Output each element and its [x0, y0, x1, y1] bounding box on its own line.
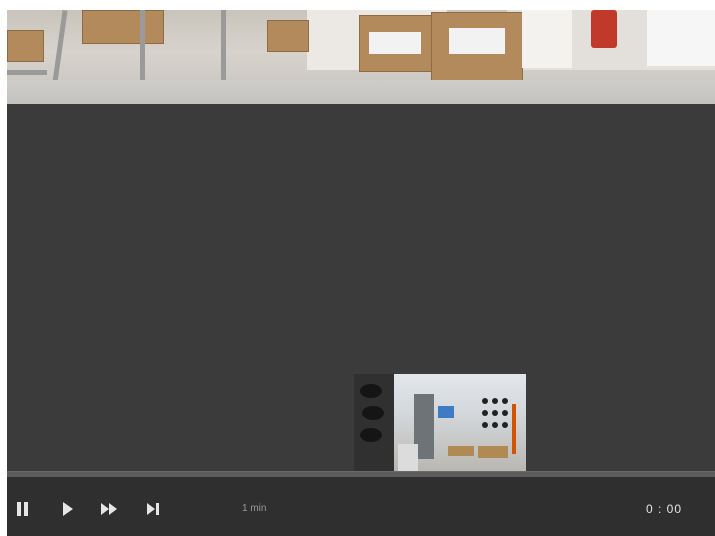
play-button[interactable]	[62, 501, 74, 517]
fast-forward-button[interactable]	[100, 501, 118, 517]
camera-frame-image	[7, 10, 715, 104]
time-display: 0 : 00	[645, 502, 682, 516]
pause-icon	[17, 501, 29, 517]
thumbnail-preview[interactable]	[354, 374, 526, 471]
video-player[interactable]: 1 min 0 : 00	[7, 10, 715, 536]
playback-controls: 1 min 0 : 00	[7, 477, 715, 536]
skip-next-button[interactable]	[146, 501, 160, 517]
playback-speed-label[interactable]: 1 min	[242, 503, 266, 514]
pause-button[interactable]	[17, 501, 29, 517]
skip-next-icon	[146, 501, 160, 517]
play-icon	[62, 501, 74, 517]
fast-forward-icon	[100, 501, 118, 517]
